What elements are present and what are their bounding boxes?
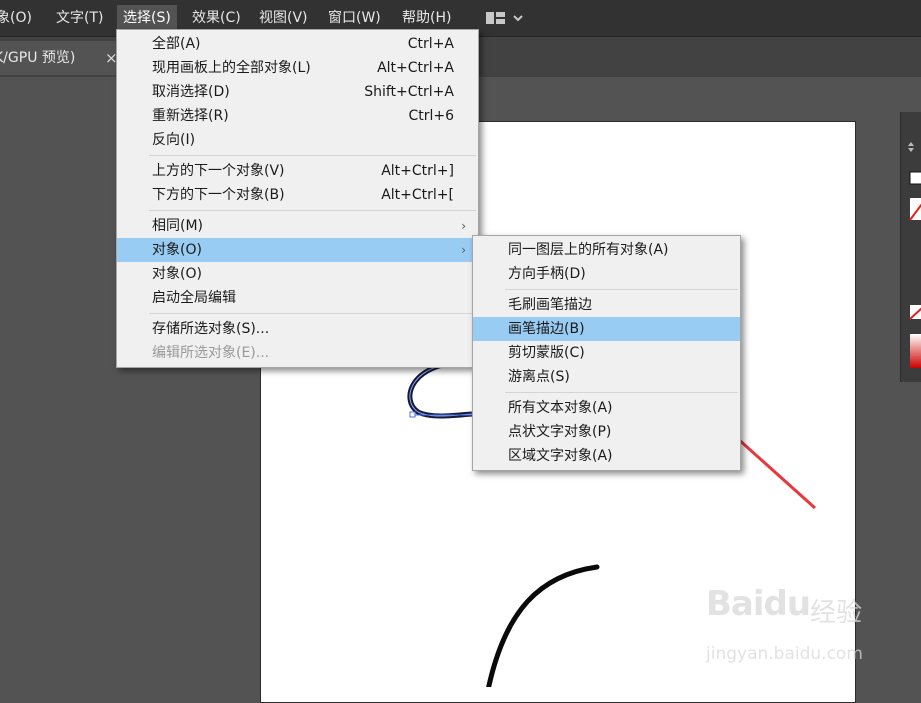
menu-separator [505, 289, 738, 290]
submenu-item-bristle-brush-strokes[interactable]: 毛刷画笔描边 [473, 293, 740, 317]
submenu-item-area-type-objects[interactable]: 区域文字对象(A) [473, 444, 740, 468]
watermark-url: jingyan.baidu.com [706, 644, 863, 664]
menu-view[interactable]: 视图(V) [253, 5, 314, 31]
submenu-item-direction-handles[interactable]: 方向手柄(D) [473, 262, 740, 286]
menu-item-same[interactable]: 相同(M) › [117, 214, 478, 238]
menu-item-select-all-artboard[interactable]: 现用画板上的全部对象(L) Alt+Ctrl+A [117, 56, 478, 80]
menu-effect[interactable]: 效果(C) [186, 5, 247, 31]
submenu-item-clipping-masks[interactable]: 剪切蒙版(C) [473, 341, 740, 365]
fill-swatch-icon [909, 171, 921, 185]
menu-separator [505, 392, 738, 393]
menu-item-object[interactable]: 对象(O) [117, 262, 478, 286]
workspace-layout-icon [486, 12, 523, 24]
chevron-right-icon: › [461, 243, 466, 257]
baidu-watermark: Baidu 经验 jingyan.baidu.com [706, 584, 876, 664]
menu-item-object-submenu[interactable]: 对象(O) › [117, 238, 478, 262]
watermark-logo: Baidu [706, 584, 811, 624]
object-submenu: 同一图层上的所有对象(A) 方向手柄(D) 毛刷画笔描边 画笔描边(B) 剪切蒙… [472, 235, 741, 471]
menu-item-next-object-above[interactable]: 上方的下一个对象(V) Alt+Ctrl+] [117, 159, 478, 183]
menu-item-deselect[interactable]: 取消选择(D) Shift+Ctrl+A [117, 80, 478, 104]
submenu-item-point-type-objects[interactable]: 点状文字对象(P) [473, 420, 740, 444]
chevron-down-icon [513, 15, 523, 22]
menu-item-select-all[interactable]: 全部(A) Ctrl+A [117, 32, 478, 56]
workspace-switcher[interactable] [484, 9, 524, 31]
menu-separator [149, 210, 476, 211]
gradient-swatch-icon [910, 334, 921, 368]
submenu-item-all-on-layer[interactable]: 同一图层上的所有对象(A) [473, 238, 740, 262]
submenu-item-brush-strokes[interactable]: 画笔描边(B) [473, 317, 740, 341]
menu-type[interactable]: 文字(T) [50, 5, 109, 31]
menu-separator [149, 313, 476, 314]
menu-item-reselect[interactable]: 重新选择(R) Ctrl+6 [117, 104, 478, 128]
color-swatches [908, 142, 921, 368]
menu-item-inverse[interactable]: 反向(I) [117, 128, 478, 152]
menu-help[interactable]: 帮助(H) [396, 5, 457, 31]
menu-item-global-edit[interactable]: 启动全局编辑 [117, 286, 478, 310]
document-tab[interactable]: K/GPU 预览) × [0, 41, 128, 75]
menu-item-next-object-below[interactable]: 下方的下一个对象(B) Alt+Ctrl+[ [117, 183, 478, 207]
select-menu: 全部(A) Ctrl+A 现用画板上的全部对象(L) Alt+Ctrl+A 取消选择… [116, 29, 479, 368]
menu-object[interactable]: 象(O) [0, 5, 38, 31]
chevron-right-icon: › [461, 219, 466, 233]
watermark-cn: 经验 [810, 598, 863, 628]
submenu-item-stray-points[interactable]: 游离点(S) [473, 365, 740, 389]
menu-item-edit-selection: 编辑所选对象(E)... [152, 345, 270, 361]
submenu-item-all-text-objects[interactable]: 所有文本对象(A) [473, 396, 740, 420]
menu-select[interactable]: 选择(S) [117, 5, 177, 31]
menu-window[interactable]: 窗口(W) [322, 5, 387, 31]
tools-panel [900, 112, 921, 382]
menu-separator [149, 155, 476, 156]
document-tab-label: K/GPU 预览) [0, 50, 76, 66]
menu-item-save-selection[interactable]: 存储所选对象(S)... [117, 317, 478, 341]
